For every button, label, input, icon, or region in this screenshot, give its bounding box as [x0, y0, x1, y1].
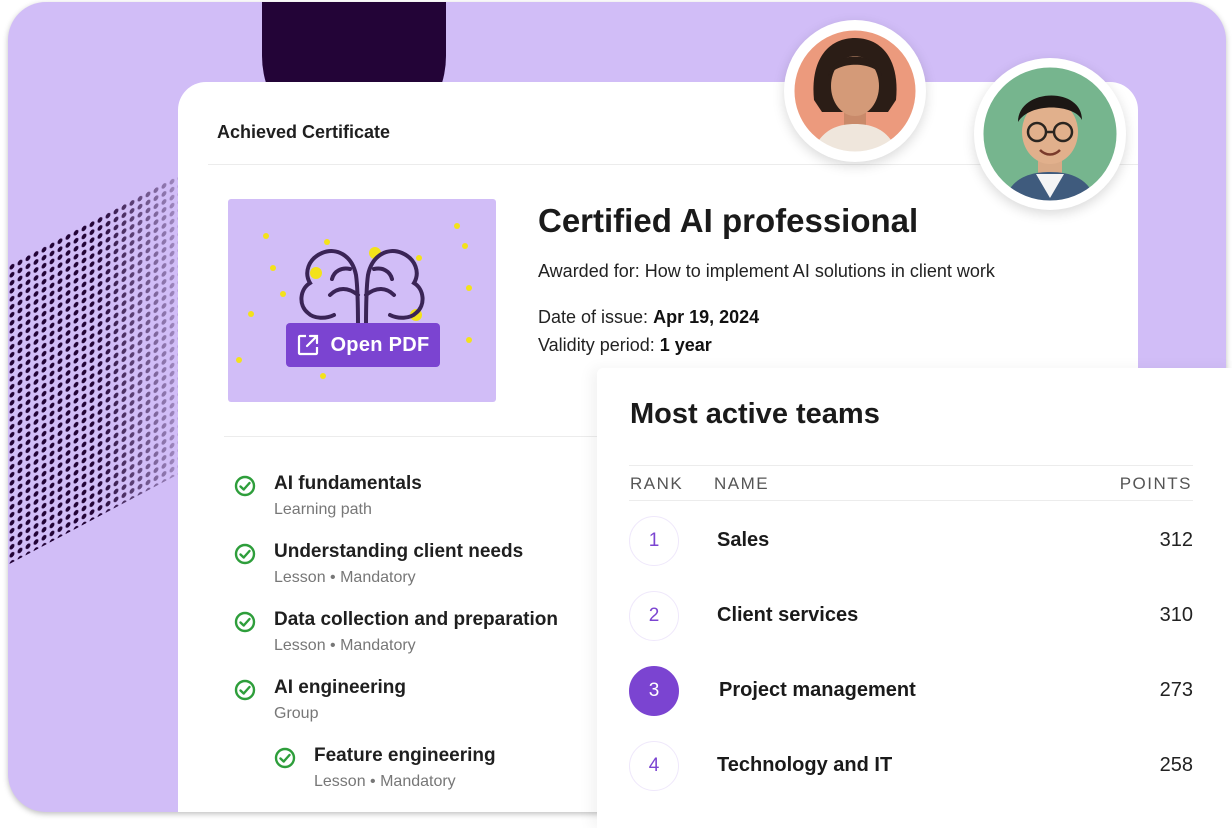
most-active-teams-card: Most active teams RANK NAME POINTS 1 Sal…	[597, 368, 1232, 828]
course-subtitle: Group	[274, 705, 319, 722]
validity-period: Validity period: 1 year	[538, 335, 712, 356]
rank-badge: 1	[629, 516, 679, 566]
check-circle-icon	[234, 475, 256, 497]
course-title: Understanding client needs	[274, 541, 524, 562]
team-points: 312	[1159, 529, 1193, 551]
check-circle-icon	[274, 747, 296, 769]
column-header-name[interactable]: NAME	[714, 474, 769, 494]
team-points: 273	[1159, 679, 1193, 701]
check-circle-icon	[234, 611, 256, 633]
team-points: 258	[1159, 754, 1193, 776]
team-row-highlighted[interactable]: 3 Project management 273	[629, 666, 1193, 718]
validity-label: Validity period:	[538, 335, 655, 355]
teams-header-divider	[629, 500, 1193, 501]
rank-badge: 4	[629, 741, 679, 791]
open-pdf-button[interactable]: Open PDF	[286, 323, 440, 367]
team-row[interactable]: 4 Technology and IT 258	[629, 741, 1193, 793]
course-title: Feature engineering	[314, 745, 496, 766]
avatar-woman	[784, 20, 926, 162]
team-row[interactable]: 2 Client services 310	[629, 591, 1193, 643]
check-circle-icon	[234, 679, 256, 701]
date-value: Apr 19, 2024	[653, 307, 760, 327]
validity-value: 1 year	[659, 335, 712, 355]
certificate-title: Certified AI professional	[538, 202, 919, 239]
course-subtitle: Lesson • Mandatory	[274, 569, 416, 586]
column-header-points[interactable]: POINTS	[1120, 474, 1192, 494]
open-pdf-label: Open PDF	[330, 333, 430, 356]
course-subtitle: Lesson • Mandatory	[274, 637, 416, 654]
course-subtitle: Learning path	[274, 501, 372, 518]
check-circle-icon	[234, 543, 256, 565]
awarded-label: Awarded for:	[538, 261, 640, 281]
course-title: Data collection and preparation	[274, 609, 558, 630]
external-link-icon	[298, 334, 319, 356]
teams-title: Most active teams	[630, 398, 880, 430]
team-name: Project management	[719, 679, 916, 701]
team-name: Technology and IT	[717, 754, 893, 776]
course-subtitle: Lesson • Mandatory	[314, 773, 456, 790]
date-of-issue: Date of issue: Apr 19, 2024	[538, 307, 759, 328]
team-points: 310	[1159, 604, 1193, 626]
course-title: AI fundamentals	[274, 473, 422, 494]
rank-badge-active: 3	[629, 666, 679, 716]
team-name: Client services	[717, 604, 859, 626]
certificate-header: Achieved Certificate	[217, 122, 391, 142]
course-title: AI engineering	[274, 677, 406, 698]
team-row[interactable]: 1 Sales 312	[629, 516, 1193, 568]
certificate-thumbnail[interactable]: Open PDF	[228, 199, 496, 402]
avatar-man	[974, 58, 1126, 210]
team-name: Sales	[717, 529, 770, 551]
column-header-rank[interactable]: RANK	[630, 474, 683, 494]
rank-badge: 2	[629, 591, 679, 641]
section-divider	[224, 436, 624, 437]
teams-divider	[629, 465, 1193, 466]
brain-icon	[299, 249, 425, 329]
date-label: Date of issue:	[538, 307, 649, 327]
awarded-for: Awarded for: How to implement AI solutio…	[538, 261, 995, 282]
awarded-value: How to implement AI solutions in client …	[644, 261, 995, 281]
